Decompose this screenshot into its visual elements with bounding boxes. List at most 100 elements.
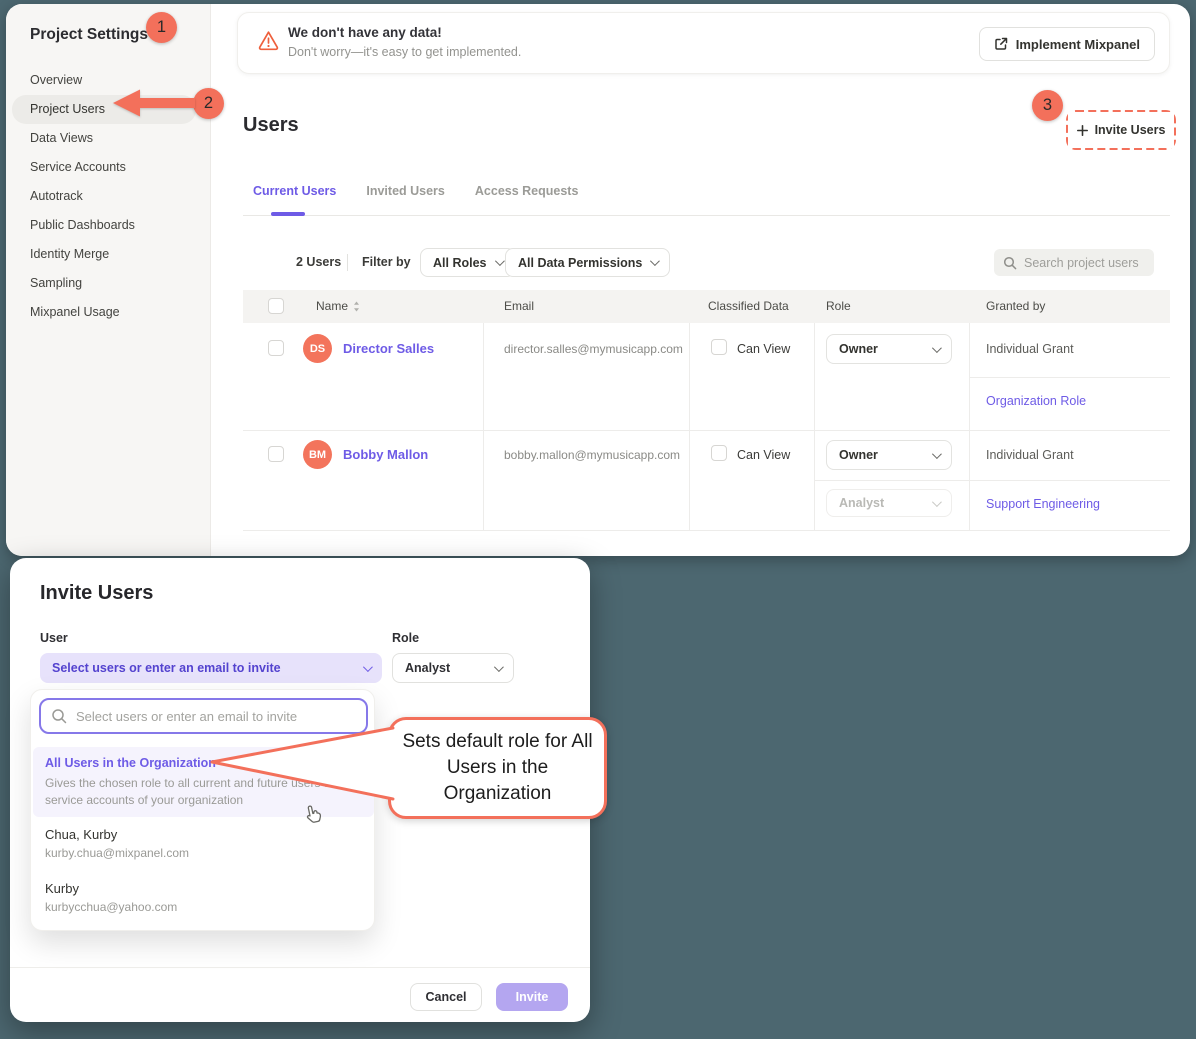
user-count: 2 Users — [296, 255, 341, 269]
option-name: All Users in the Organization — [45, 756, 362, 770]
all-roles-filter[interactable]: All Roles — [420, 248, 515, 277]
chevron-down-icon — [363, 662, 373, 672]
role-select[interactable]: Owner — [826, 440, 952, 470]
role-select[interactable]: Analyst — [392, 653, 514, 683]
chevron-down-icon — [650, 256, 660, 266]
user-name-link[interactable]: Bobby Mallon — [343, 447, 428, 462]
option-email: kurbycchua@yahoo.com — [45, 900, 177, 914]
filter-row: 2 Users Filter by All Roles All Data Per… — [243, 248, 1170, 277]
role-select-value: Analyst — [405, 661, 450, 675]
chevron-down-icon — [932, 449, 942, 459]
step-badge-2: 2 — [193, 88, 224, 119]
callout-bubble: Sets default role for All Users in the O… — [388, 717, 607, 819]
can-view-label: Can View — [737, 448, 790, 462]
banner-subtitle: Don't worry—it's easy to get implemented… — [288, 45, 521, 59]
step-badge-1: 1 — [146, 12, 177, 43]
column-header-email: Email — [504, 299, 534, 313]
can-view-checkbox[interactable] — [711, 445, 727, 461]
avatar: BM — [303, 440, 332, 469]
option-all-users-in-organization[interactable]: All Users in the Organization Gives the … — [33, 747, 374, 817]
filter-separator — [347, 254, 348, 271]
external-link-icon — [994, 37, 1008, 51]
option-kurby[interactable]: Kurby kurbycchua@yahoo.com — [45, 881, 177, 914]
no-data-banner: We don't have any data! Don't worry—it's… — [237, 12, 1170, 74]
sidebar-item-autotrack[interactable]: Autotrack — [12, 182, 196, 211]
dropdown-search-input[interactable] — [76, 709, 356, 724]
sub-row-divider — [814, 480, 1170, 481]
role-value: Owner — [839, 448, 878, 462]
sub-row-divider — [969, 377, 1170, 378]
role-select[interactable]: Owner — [826, 334, 952, 364]
sort-icon — [353, 301, 360, 312]
sidebar-item-data-views[interactable]: Data Views — [12, 124, 196, 153]
column-divider — [483, 323, 484, 530]
user-select-dropdown: All Users in the Organization Gives the … — [30, 689, 375, 931]
users-page-title: Users — [243, 114, 299, 137]
tab-invited-users[interactable]: Invited Users — [366, 184, 445, 198]
warning-triangle-icon — [257, 29, 280, 52]
cancel-button[interactable]: Cancel — [410, 983, 482, 1011]
name-header-label: Name — [316, 299, 348, 313]
implement-mixpanel-label: Implement Mixpanel — [1016, 37, 1140, 52]
tabs-divider — [243, 215, 1170, 216]
active-tab-underline — [271, 212, 305, 216]
granted-by-value: Individual Grant — [986, 342, 1074, 356]
option-chua-kurby[interactable]: Chua, Kurby kurby.chua@mixpanel.com — [45, 827, 189, 860]
all-data-permissions-filter[interactable]: All Data Permissions — [505, 248, 670, 277]
row-checkbox[interactable] — [268, 340, 284, 356]
sidebar-item-sampling[interactable]: Sampling — [12, 269, 196, 298]
search-icon — [51, 708, 67, 724]
column-divider — [969, 323, 970, 530]
search-icon — [1003, 256, 1017, 270]
role-value: Analyst — [839, 496, 884, 510]
implement-mixpanel-button[interactable]: Implement Mixpanel — [979, 27, 1155, 61]
pointer-cursor-icon — [301, 802, 324, 826]
column-divider — [814, 323, 815, 530]
option-email: kurby.chua@mixpanel.com — [45, 846, 189, 860]
column-header-classified-data: Classified Data — [708, 299, 789, 313]
user-field-label: User — [40, 631, 68, 645]
invite-users-button[interactable]: Invite Users — [1068, 112, 1174, 148]
granted-by-link[interactable]: Organization Role — [986, 394, 1086, 408]
select-all-checkbox[interactable] — [268, 298, 284, 314]
tab-current-users[interactable]: Current Users — [253, 184, 336, 198]
invite-users-label: Invite Users — [1095, 123, 1166, 137]
column-divider — [689, 323, 690, 530]
search-project-users[interactable] — [994, 249, 1154, 276]
granted-by-link[interactable]: Support Engineering — [986, 497, 1100, 511]
chevron-down-icon — [932, 343, 942, 353]
chevron-down-icon — [932, 497, 942, 507]
user-name-link[interactable]: Director Salles — [343, 341, 434, 356]
sidebar-title: Project Settings — [30, 26, 148, 44]
role-value: Owner — [839, 342, 878, 356]
option-name: Kurby — [45, 881, 177, 896]
chevron-down-icon — [494, 662, 504, 672]
column-header-name[interactable]: Name — [316, 299, 360, 313]
sidebar-item-service-accounts[interactable]: Service Accounts — [12, 153, 196, 182]
avatar: DS — [303, 334, 332, 363]
modal-footer-divider — [10, 967, 590, 968]
user-select-value: Select users or enter an email to invite — [52, 661, 281, 675]
tab-access-requests[interactable]: Access Requests — [475, 184, 579, 198]
user-email: bobby.mallon@mymusicapp.com — [504, 448, 680, 462]
all-roles-label: All Roles — [433, 256, 487, 270]
row-divider — [243, 430, 1170, 431]
sidebar-item-mixpanel-usage[interactable]: Mixpanel Usage — [12, 298, 196, 327]
users-tabs: Current Users Invited Users Access Reque… — [253, 184, 578, 198]
granted-by-value: Individual Grant — [986, 448, 1074, 462]
row-checkbox[interactable] — [268, 446, 284, 462]
can-view-checkbox[interactable] — [711, 339, 727, 355]
filter-by-label: Filter by — [362, 255, 411, 269]
dropdown-search[interactable] — [39, 698, 368, 734]
users-table: Name Email Classified Data Role Granted … — [243, 290, 1170, 535]
role-field-label: Role — [392, 631, 419, 645]
user-select[interactable]: Select users or enter an email to invite — [40, 653, 382, 683]
column-header-granted-by: Granted by — [986, 299, 1045, 313]
can-view-label: Can View — [737, 342, 790, 356]
modal-title: Invite Users — [40, 582, 153, 605]
sidebar-item-identity-merge[interactable]: Identity Merge — [12, 240, 196, 269]
all-data-permissions-label: All Data Permissions — [518, 256, 642, 270]
invite-button[interactable]: Invite — [496, 983, 568, 1011]
search-project-users-input[interactable] — [1024, 256, 1144, 270]
sidebar-item-public-dashboards[interactable]: Public Dashboards — [12, 211, 196, 240]
